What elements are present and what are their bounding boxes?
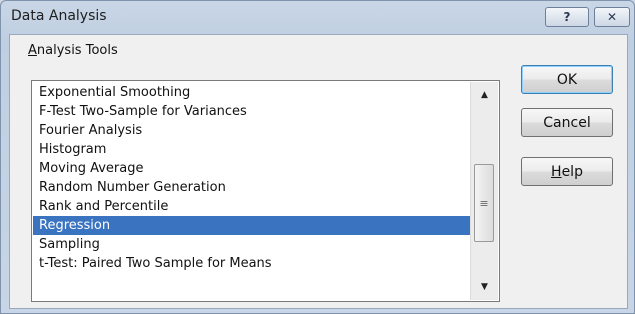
scroll-thumb[interactable]: ≡ [474, 164, 494, 242]
title-help-button[interactable]: ? [545, 7, 589, 27]
ok-button[interactable]: OK [521, 65, 613, 94]
list-item[interactable]: Moving Average [33, 159, 471, 178]
question-icon: ? [563, 10, 571, 24]
accelerator-letter: A [28, 43, 37, 58]
window-title: Data Analysis [11, 8, 107, 24]
list-item[interactable]: Regression [33, 216, 471, 235]
list-item[interactable]: Exponential Smoothing [33, 83, 471, 102]
list-item[interactable]: Random Number Generation [33, 178, 471, 197]
scroll-up-icon[interactable]: ▲ [471, 86, 498, 104]
accelerator-letter: H [551, 163, 562, 180]
title-close-button[interactable]: ✕ [594, 7, 630, 27]
close-icon: ✕ [606, 10, 618, 24]
scroll-down-icon[interactable]: ▼ [471, 278, 498, 296]
data-analysis-dialog: Data Analysis ? ✕ Analysis Tools Exponen… [0, 0, 635, 314]
analysis-tools-list[interactable]: Exponential Smoothing F-Test Two-Sample f… [31, 80, 500, 302]
list-item[interactable]: Histogram [33, 140, 471, 159]
list-item[interactable]: Sampling [33, 235, 471, 254]
cancel-button[interactable]: Cancel [521, 108, 613, 137]
label-rest: nalysis Tools [36, 43, 118, 58]
list-item[interactable]: t-Test: Paired Two Sample for Means [33, 254, 471, 273]
help-button[interactable]: Help [521, 157, 613, 186]
list-item[interactable]: F-Test Two-Sample for Variances [33, 102, 471, 121]
vertical-scrollbar[interactable]: ▲ ≡ ▼ [470, 82, 498, 300]
analysis-tools-label: Analysis Tools [28, 43, 118, 58]
grip-icon: ≡ [479, 196, 489, 210]
list-item[interactable]: Rank and Percentile [33, 197, 471, 216]
list-items: Exponential Smoothing F-Test Two-Sample f… [33, 83, 471, 273]
button-label-rest: elp [561, 163, 583, 180]
list-item[interactable]: Fourier Analysis [33, 121, 471, 140]
